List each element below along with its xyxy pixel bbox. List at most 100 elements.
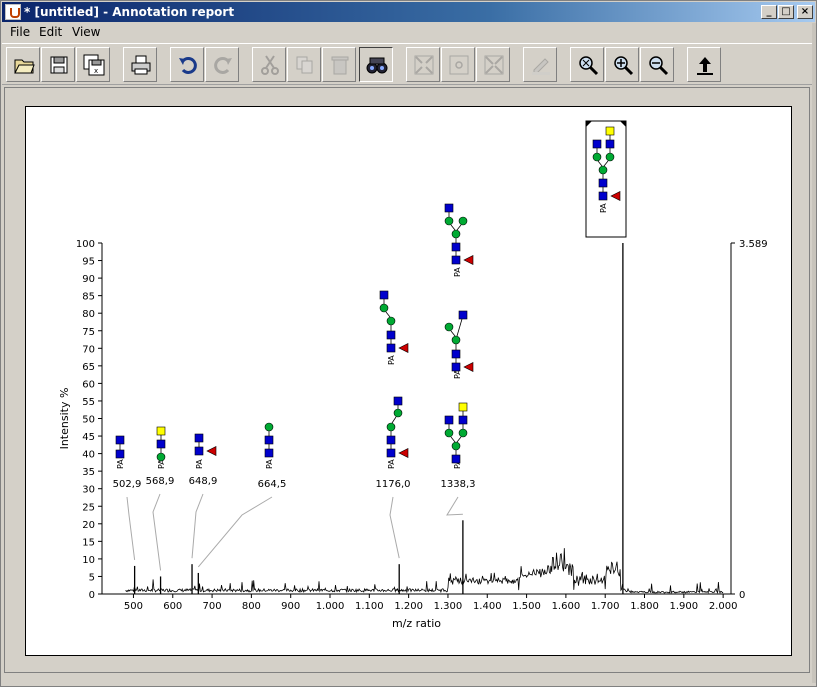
fucose-node bbox=[463, 362, 474, 372]
maximize-button[interactable]: □ bbox=[778, 5, 794, 19]
cut-button[interactable] bbox=[252, 47, 286, 82]
pencil-icon bbox=[532, 58, 550, 75]
glycan-bond bbox=[456, 436, 462, 443]
x-tick-label: 1.200 bbox=[394, 601, 423, 612]
mannose-node bbox=[451, 229, 461, 239]
x-tick-label: 1.400 bbox=[473, 601, 502, 612]
export-button[interactable] bbox=[687, 47, 721, 82]
x-tick-label: 700 bbox=[203, 601, 222, 612]
x-tick-label: 1.900 bbox=[670, 601, 699, 612]
peak-label: 502,9 bbox=[113, 479, 142, 490]
glcnac-node bbox=[451, 349, 461, 359]
spectrum-chart: 0 5 10 15 20 25 30 35 40 45 50 55 60 65 70 75 80 85 90 95 10… bbox=[58, 120, 768, 630]
close-button[interactable]: × bbox=[797, 5, 813, 19]
zoom-in-icon bbox=[614, 56, 634, 76]
copy-button[interactable] bbox=[287, 47, 321, 82]
pa-label: PA bbox=[265, 459, 274, 469]
x-tick-label: 1.800 bbox=[630, 601, 659, 612]
leader-line bbox=[446, 496, 463, 516]
glycan-bond bbox=[391, 416, 397, 424]
glcnac-node bbox=[458, 310, 468, 320]
glcnac-node bbox=[115, 449, 125, 459]
select-button[interactable] bbox=[441, 47, 475, 82]
fucose-node bbox=[206, 446, 217, 456]
y-tick-label: 30 bbox=[82, 485, 95, 496]
pa-label: PA bbox=[116, 459, 125, 469]
undo-button[interactable] bbox=[170, 47, 204, 82]
glycan-bond bbox=[450, 436, 456, 443]
mannose-node bbox=[386, 422, 396, 432]
galnac-node bbox=[156, 426, 166, 436]
y-tick-label: 65 bbox=[82, 362, 95, 373]
menu-view[interactable]: View bbox=[72, 25, 100, 39]
glcnac-node bbox=[386, 435, 396, 445]
fit-button[interactable] bbox=[406, 47, 440, 82]
y-tick-label: 40 bbox=[82, 450, 95, 461]
redo-icon bbox=[214, 57, 232, 74]
glcnac-node bbox=[451, 242, 461, 252]
minimize-button[interactable]: _ bbox=[761, 5, 777, 19]
delete-button[interactable] bbox=[322, 47, 356, 82]
x-tick-label: 800 bbox=[242, 601, 261, 612]
leader-line bbox=[126, 496, 136, 560]
glycan-bond bbox=[450, 330, 456, 337]
x-tick-label: 2.000 bbox=[709, 601, 738, 612]
peak-label: 664,5 bbox=[258, 479, 287, 490]
title-bar[interactable]: * [untitled] - Annotation report _ □ × bbox=[2, 2, 815, 22]
glcnac-node bbox=[386, 330, 396, 340]
menu-edit[interactable]: Edit bbox=[39, 25, 62, 39]
print-button[interactable] bbox=[123, 47, 157, 82]
copy-icon bbox=[296, 56, 313, 74]
collapse-button[interactable] bbox=[476, 47, 510, 82]
redo-button[interactable] bbox=[205, 47, 239, 82]
zoom-in-button[interactable] bbox=[605, 47, 639, 82]
x-tick-label: 1.600 bbox=[552, 601, 581, 612]
glcnac-node bbox=[592, 139, 602, 149]
leader-line bbox=[389, 496, 400, 559]
zoom-out-button[interactable] bbox=[640, 47, 674, 82]
chart-canvas[interactable]: 0 5 10 15 20 25 30 35 40 45 50 55 60 65 70 75 80 85 90 95 10… bbox=[25, 106, 792, 656]
svg-text:x: x bbox=[94, 67, 98, 75]
mannose-node bbox=[444, 428, 454, 438]
glycan-bond bbox=[456, 318, 463, 337]
mannose-node bbox=[386, 316, 396, 326]
galnac-node bbox=[605, 126, 615, 136]
open-button[interactable] bbox=[6, 47, 40, 82]
print-icon bbox=[131, 55, 151, 75]
x-tick-label: 1.100 bbox=[355, 601, 384, 612]
cut-icon bbox=[261, 55, 279, 75]
y-tick-label: 80 bbox=[82, 309, 95, 320]
pa-label: PA bbox=[387, 355, 396, 365]
y-tick-label: 10 bbox=[82, 555, 95, 566]
find-button[interactable] bbox=[359, 47, 393, 82]
peak-label: 1338,3 bbox=[441, 479, 476, 490]
expand-icon bbox=[414, 55, 434, 75]
y-tick-label: 75 bbox=[82, 327, 95, 338]
save-button[interactable] bbox=[41, 47, 75, 82]
edit-button[interactable] bbox=[523, 47, 557, 82]
mannose-node bbox=[451, 335, 461, 345]
right-axis-zero: 0 bbox=[739, 590, 745, 601]
save-as-button[interactable]: x bbox=[76, 47, 110, 82]
y-tick-label: 70 bbox=[82, 344, 95, 355]
circle-select-icon bbox=[449, 55, 469, 75]
glcnac-node bbox=[386, 448, 396, 458]
mannose-node bbox=[605, 152, 615, 162]
y-tick-label: 95 bbox=[82, 257, 95, 268]
zoom-reset-button[interactable] bbox=[570, 47, 604, 82]
y-tick-label: 60 bbox=[82, 379, 95, 390]
window-title: * [untitled] - Annotation report bbox=[24, 5, 235, 19]
pa-label: PA bbox=[453, 267, 462, 277]
splitter-handle[interactable] bbox=[812, 23, 816, 683]
menu-file[interactable]: File bbox=[10, 25, 30, 39]
collapse-icon bbox=[484, 55, 504, 75]
y-tick-label: 55 bbox=[82, 397, 95, 408]
fucose-node bbox=[398, 343, 409, 353]
y-tick-label: 25 bbox=[82, 502, 95, 513]
y-tick-label: 50 bbox=[82, 415, 95, 426]
mannose-node bbox=[598, 165, 608, 175]
zoom-reset-icon bbox=[579, 56, 599, 76]
mannose-node bbox=[444, 322, 454, 332]
y-tick-label: 15 bbox=[82, 537, 95, 548]
glycan-bond bbox=[385, 311, 391, 318]
